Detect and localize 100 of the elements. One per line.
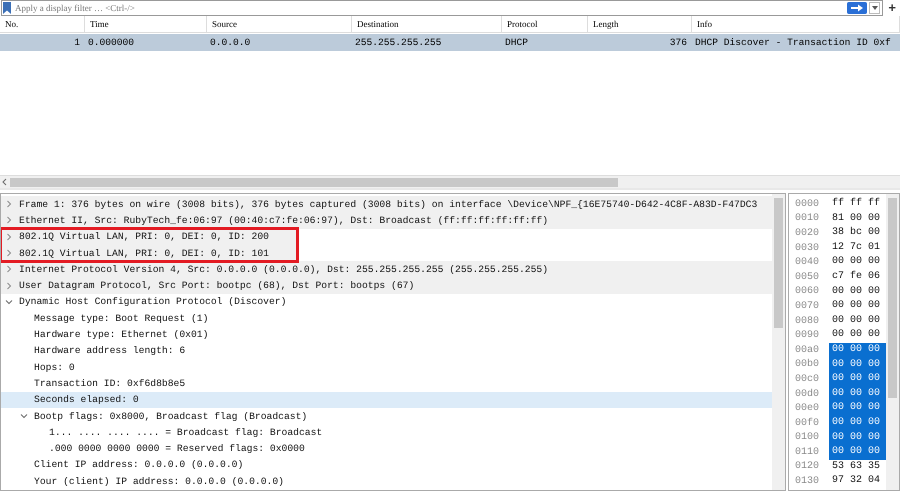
column-header[interactable]: No. xyxy=(0,16,85,33)
hex-bytes: 00 00 00 xyxy=(831,284,882,299)
tree-row[interactable]: .000 0000 0000 0000 = Reserved flags: 0x0000 xyxy=(1,440,772,457)
tree-item-text: Hardware address length: 6 xyxy=(34,345,186,356)
hex-offset: 00a0 xyxy=(794,344,820,356)
hex-offset: 0010 xyxy=(794,213,820,224)
tree-item-text: 802.1Q Virtual LAN, PRI: 0, DEI: 0, ID: 101 xyxy=(19,248,269,259)
hex-offset: 0090 xyxy=(794,330,820,342)
table-cell-text: 376 xyxy=(668,36,688,50)
hex-bytes: 00 00 00 xyxy=(831,255,882,270)
hex-offset: 00f0 xyxy=(794,418,820,429)
tree-item-text: Dynamic Host Configuration Protocol (Discover) xyxy=(19,296,286,308)
hex-bytes: ff ff ff xyxy=(831,197,882,211)
tree-item-text: Ethernet II, Src: RubyTech_fe:06:97 (00:40:c7:fe:06:97), Dst: Broadcast (ff:ff:ff:ff:ff:ff) xyxy=(19,214,548,226)
tree-row[interactable]: User Datagram Protocol, Src Port: bootpc (68), Dst Port: bootps (67) xyxy=(1,277,772,294)
tree-row[interactable]: 1... .... .... .... = Broadcast flag: Broadcast xyxy=(1,424,772,440)
tree-row[interactable]: 802.1Q Virtual LAN, PRI: 0, DEI: 0, ID: 200 xyxy=(1,228,297,245)
table-cell-text: 0.0.0.0 xyxy=(209,36,252,50)
hex-offset: 0050 xyxy=(794,272,820,283)
hex-offset: 0070 xyxy=(794,300,820,312)
bookmark-icon[interactable] xyxy=(3,2,11,14)
selected-tree-row[interactable]: Seconds elapsed: 0 xyxy=(1,392,772,408)
add-button[interactable]: + xyxy=(886,2,898,14)
tree-row[interactable]: Internet Protocol Version 4, Src: 0.0.0.0 (0.0.0.0), Dst: 255.255.255.255 (255.255.255.255) xyxy=(1,261,772,278)
tree-item-text: Client IP address: 0.0.0.0 (0.0.0.0) xyxy=(34,459,244,470)
hex-offset: 0030 xyxy=(794,242,820,254)
tree-row[interactable]: Your (client) IP address: 0.0.0.0 (0.0.0.0) xyxy=(1,473,772,490)
table-cell-text: 255.255.255.255 xyxy=(354,36,442,50)
tree-row[interactable]: Ethernet II, Src: RubyTech_fe:06:97 (00:40:c7:fe:06:97), Dst: Broadcast (ff:ff:ff:ff:ff:ff) xyxy=(1,212,772,229)
selected-hex-bytes: 00 00 00 xyxy=(829,416,886,430)
hex-offset: 0000 xyxy=(794,198,820,210)
hex-offset: 00b0 xyxy=(794,359,820,370)
selected-hex-bytes: 00 00 00 xyxy=(829,358,886,372)
tree-row[interactable]: Client IP address: 0.0.0.0 (0.0.0.0) xyxy=(1,456,772,474)
column-header[interactable]: Length xyxy=(588,16,692,33)
tree-item-text: User Datagram Protocol, Src Port: bootpc (68), Dst Port: bootps (67) xyxy=(19,280,414,292)
tree-item-text: Bootp flags: 0x8000, Broadcast flag (Broadcast) xyxy=(34,410,308,422)
tree-item-text: Hardware type: Ethernet (0x01) xyxy=(34,329,208,340)
selected-hex-bytes: 00 00 00 xyxy=(829,342,886,358)
column-header[interactable]: Info xyxy=(692,16,900,33)
expanded-chevron-icon[interactable] xyxy=(5,298,13,306)
collapsed-chevron-icon[interactable] xyxy=(5,200,13,208)
hex-offset: 0130 xyxy=(794,476,820,488)
selected-hex-bytes: 00 00 00 xyxy=(829,372,886,387)
tree-item-text: Internet Protocol Version 4, Src: 0.0.0.0 (0.0.0.0), Dst: 255.255.255.255 (255.255.255.255) xyxy=(19,264,548,275)
table-cell-text: 0.000000 xyxy=(87,36,136,50)
hex-bytes: c7 fe 06 xyxy=(831,270,882,284)
dropdown-button[interactable] xyxy=(869,2,880,14)
collapsed-chevron-icon[interactable] xyxy=(5,282,13,290)
tree-row[interactable]: Hardware type: Ethernet (0x01) xyxy=(1,326,772,343)
hex-offset: 0040 xyxy=(794,257,820,268)
tree-row[interactable]: 802.1Q Virtual LAN, PRI: 0, DEI: 0, ID: 101 xyxy=(1,244,297,262)
hex-bytes: 00 00 00 xyxy=(831,314,882,328)
collapsed-chevron-icon[interactable] xyxy=(5,232,13,241)
hex-offset: 0110 xyxy=(794,446,820,458)
vertical-scrollbar[interactable] xyxy=(886,194,899,490)
column-header[interactable]: Protocol xyxy=(502,16,588,33)
column-header[interactable]: Time xyxy=(85,16,207,33)
collapsed-chevron-icon[interactable] xyxy=(5,216,13,224)
tree-item-text: Your (client) IP address: 0.0.0.0 (0.0.0.0) xyxy=(34,476,284,487)
selected-hex-bytes: 00 00 00 xyxy=(829,430,886,446)
table-cell-text: DHCP Discover - Transaction ID 0xf xyxy=(694,36,892,50)
collapsed-chevron-icon[interactable] xyxy=(5,265,13,274)
hex-offset: 00d0 xyxy=(794,388,820,400)
vertical-scrollbar[interactable] xyxy=(772,194,785,490)
hex-offset: 00c0 xyxy=(794,374,820,385)
expanded-chevron-icon[interactable] xyxy=(20,412,28,420)
display-filter-field[interactable]: Apply a display filter … <Ctrl-/> xyxy=(1,0,884,16)
tree-row[interactable]: Message type: Boot Request (1) xyxy=(1,310,772,326)
hex-bytes: 00 00 00 xyxy=(831,328,882,342)
tree-item-text: Message type: Boot Request (1) xyxy=(34,312,208,324)
tree-row[interactable]: Hops: 0 xyxy=(1,358,772,376)
filter-input[interactable]: Apply a display filter … <Ctrl-/> xyxy=(13,2,846,14)
hex-bytes: 12 7c 01 xyxy=(831,240,882,255)
tree-row[interactable]: Hardware address length: 6 xyxy=(1,342,772,359)
hex-offset: 0060 xyxy=(794,286,820,298)
column-header[interactable]: Destination xyxy=(352,16,502,33)
tree-item-text: Seconds elapsed: 0 xyxy=(34,394,139,406)
selected-hex-bytes: 00 00 00 xyxy=(829,445,886,460)
collapsed-chevron-icon[interactable] xyxy=(5,249,13,258)
scroll-left-icon[interactable] xyxy=(2,178,7,186)
tree-row[interactable]: Bootp flags: 0x8000, Broadcast flag (Broadcast) xyxy=(1,408,772,424)
tree-row[interactable]: Frame 1: 376 bytes on wire (3008 bits), 376 bytes captured (3008 bits) on interface \Device\NPF_{16E75740-D642-4C8F-A83D-F47DC3 xyxy=(1,196,772,212)
selected-packet-row[interactable]: 1 0.000000 0.0.0.0 255.255.255.255 DHCP 376 DHCP Discover - Transaction ID 0xf xyxy=(0,34,900,51)
horizontal-scrollbar[interactable] xyxy=(0,175,900,188)
column-header[interactable]: Source xyxy=(207,16,352,33)
hex-bytes: 53 63 35 xyxy=(831,460,882,474)
tree-row[interactable]: Transaction ID: 0xf6d8b8e5 xyxy=(1,375,772,392)
selected-hex-bytes: 00 00 00 xyxy=(829,386,886,402)
apply-filter-button[interactable] xyxy=(847,2,868,14)
hex-offset: 0080 xyxy=(794,316,820,327)
tree-item-text: Transaction ID: 0xf6d8b8e5 xyxy=(34,378,186,389)
hex-offset: 0100 xyxy=(794,432,820,444)
hex-offset: 00e0 xyxy=(794,403,820,414)
selected-hex-bytes: 00 00 00 xyxy=(829,401,886,416)
tree-item-text: 1... .... .... .... = Broadcast flag: Broadcast xyxy=(49,426,322,438)
hex-offset: 0120 xyxy=(794,461,820,472)
tree-item-text: .000 0000 0000 0000 = Reserved flags: 0x0000 xyxy=(49,443,305,454)
tree-row[interactable]: Dynamic Host Configuration Protocol (Discover) xyxy=(1,294,772,310)
hex-bytes: 97 32 04 xyxy=(831,474,882,488)
